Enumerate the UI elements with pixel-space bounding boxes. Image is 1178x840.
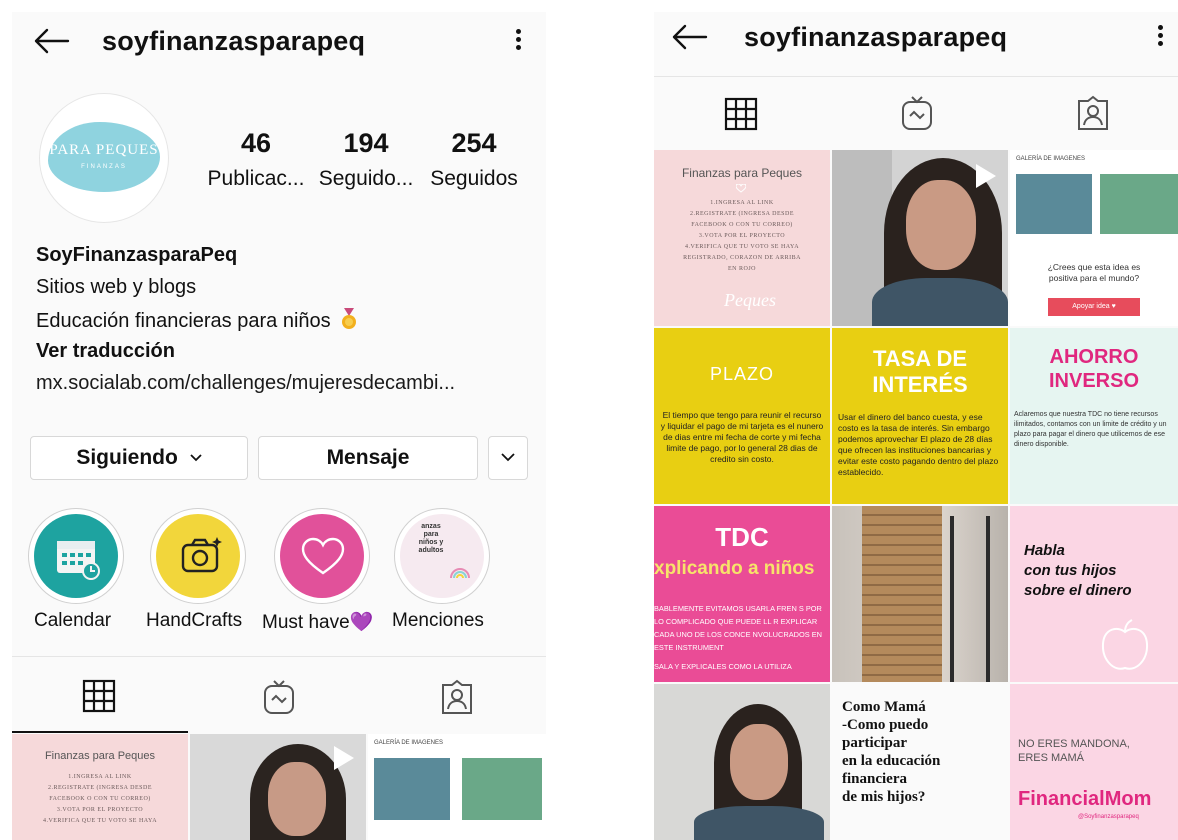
tagged-user-icon [1078, 95, 1108, 130]
tagged-user-icon [442, 679, 472, 714]
menciones-cover-text: anzas para niños y adultos [418, 523, 444, 554]
post-financial-mom[interactable]: NO ERES MANDONA, ERES MAMÁ FinancialMom … [1010, 684, 1178, 840]
profile-tabs [12, 656, 546, 733]
back-arrow-icon[interactable] [670, 22, 710, 52]
tab-igtv[interactable] [830, 77, 1004, 153]
highlight-calendar[interactable] [28, 508, 124, 604]
post-como-mama[interactable]: Como Mamá -Como puedo participar en la e… [832, 684, 1008, 840]
chevron-down-icon [190, 454, 202, 462]
igtv-icon [902, 96, 932, 130]
tab-grid[interactable] [654, 77, 828, 153]
medal-icon [342, 308, 357, 329]
tab-grid[interactable] [12, 657, 188, 733]
tab-igtv[interactable] [190, 657, 366, 733]
tab-tagged[interactable] [368, 657, 546, 733]
grid-icon [724, 97, 758, 131]
apple-icon [1101, 619, 1149, 670]
suggestions-dropdown-button[interactable] [488, 436, 528, 480]
post-video-woman[interactable] [832, 150, 1008, 326]
see-translation-link[interactable]: Ver traducción [36, 340, 175, 363]
followers-stat[interactable]: 194 Seguido... [310, 128, 422, 191]
post-galeria-imagenes[interactable]: GALERÍA DE IMAGENES ¿Crees que esta idea… [1010, 150, 1178, 326]
profile-tabs [654, 76, 1178, 153]
avatar-subtitle: FINANZAS [81, 164, 127, 170]
camera-icon [181, 537, 222, 573]
following-button[interactable]: Siguiendo [30, 436, 248, 480]
rainbow-icon [450, 568, 470, 579]
highlight-label-calendar: Calendar [34, 610, 112, 631]
avatar[interactable]: PARA PEQUES FINANZAS [40, 94, 168, 222]
following-count: 254 [451, 128, 497, 158]
support-idea-button[interactable]: Apoyar idea ♥ [1048, 298, 1140, 316]
username-title: soyfinanzasparapeq [102, 26, 366, 56]
post-jenga-tower[interactable] [832, 506, 1008, 682]
profile-link[interactable]: mx.socialab.com/challenges/mujeresdecamb… [36, 372, 455, 395]
highlight-label-must-have: Must have💜 [262, 612, 374, 633]
profile-category: Sitios web y blogs [36, 276, 197, 298]
gallery-header: GALERÍA DE IMAGENES [374, 740, 444, 746]
following-stat[interactable]: 254 Seguidos [418, 128, 530, 191]
post-tasa-de-interes[interactable]: TASA DE INTERÉS Usar el dinero del banco… [832, 328, 1008, 504]
highlight-label-handcrafts: HandCrafts [146, 610, 243, 631]
posts-count: 46 [240, 128, 272, 158]
post-ahorro-inverso[interactable]: AHORRO INVERSO Aclaremos que nuestra TDC… [1010, 328, 1178, 504]
post-habla-con-tus-hijos[interactable]: Habla con tus hijos sobre el dinero [1010, 506, 1178, 682]
tab-tagged[interactable] [1006, 77, 1178, 153]
post-finanzas-para-peques[interactable]: Finanzas para Peques 1.INGRESA AL LINK 2… [654, 150, 830, 326]
post-finanzas-para-peques[interactable]: Finanzas para Peques 1.INGRESA AL LINK 2… [12, 734, 188, 840]
post-plazo[interactable]: PLAZO El tiempo que tengo para reunir el… [654, 328, 830, 504]
message-button[interactable]: Mensaje [258, 436, 478, 480]
video-play-icon [976, 164, 996, 188]
profile-bio: Educación financieras para niños [36, 308, 358, 333]
calendar-icon [57, 541, 100, 580]
post-tdc[interactable]: TDC xplicando a niños BABLEMENTE EVITAMO… [654, 506, 830, 682]
igtv-icon [264, 680, 294, 714]
posts-label: Publicac... [207, 167, 305, 190]
profile-name: SoyFinanzasparaPeq [36, 244, 238, 266]
profile-grid-screen: soyfinanzasparapeq Finanzas para Peques … [654, 12, 1178, 840]
heart-icon [301, 537, 345, 575]
more-options-icon[interactable] [508, 26, 528, 56]
post-title: Finanzas para Peques [44, 750, 156, 762]
post-video-woman[interactable] [190, 734, 366, 840]
followers-label: Seguido... [318, 167, 414, 190]
top-bar: soyfinanzasparapeq [12, 12, 546, 72]
question-text: ¿Crees que esta idea es positiva para el… [1047, 262, 1141, 283]
heart-icon [736, 184, 746, 193]
followers-count: 194 [343, 128, 389, 158]
back-arrow-icon[interactable] [32, 26, 72, 56]
following-label: Seguidos [430, 167, 518, 190]
avatar-title: PARA PEQUES [49, 142, 159, 158]
username-title: soyfinanzasparapeq [744, 22, 1008, 52]
posts-stat[interactable]: 46 Publicac... [200, 128, 312, 191]
grid-icon [82, 679, 116, 713]
chevron-down-icon [501, 453, 515, 462]
highlight-label-menciones: Menciones [392, 610, 484, 631]
highlight-must-have[interactable] [274, 508, 370, 604]
highlight-handcrafts[interactable] [150, 508, 246, 604]
profile-screen: soyfinanzasparapeq PARA PEQUES FINANZAS … [12, 12, 546, 840]
top-bar: soyfinanzasparapeq [654, 12, 1178, 72]
post-video-mama[interactable] [654, 684, 830, 840]
video-play-icon [334, 746, 354, 770]
more-options-icon[interactable] [1150, 22, 1170, 52]
highlight-menciones[interactable]: anzas para niños y adultos [394, 508, 490, 604]
post-galeria-imagenes[interactable]: GALERÍA DE IMAGENES [368, 734, 546, 840]
